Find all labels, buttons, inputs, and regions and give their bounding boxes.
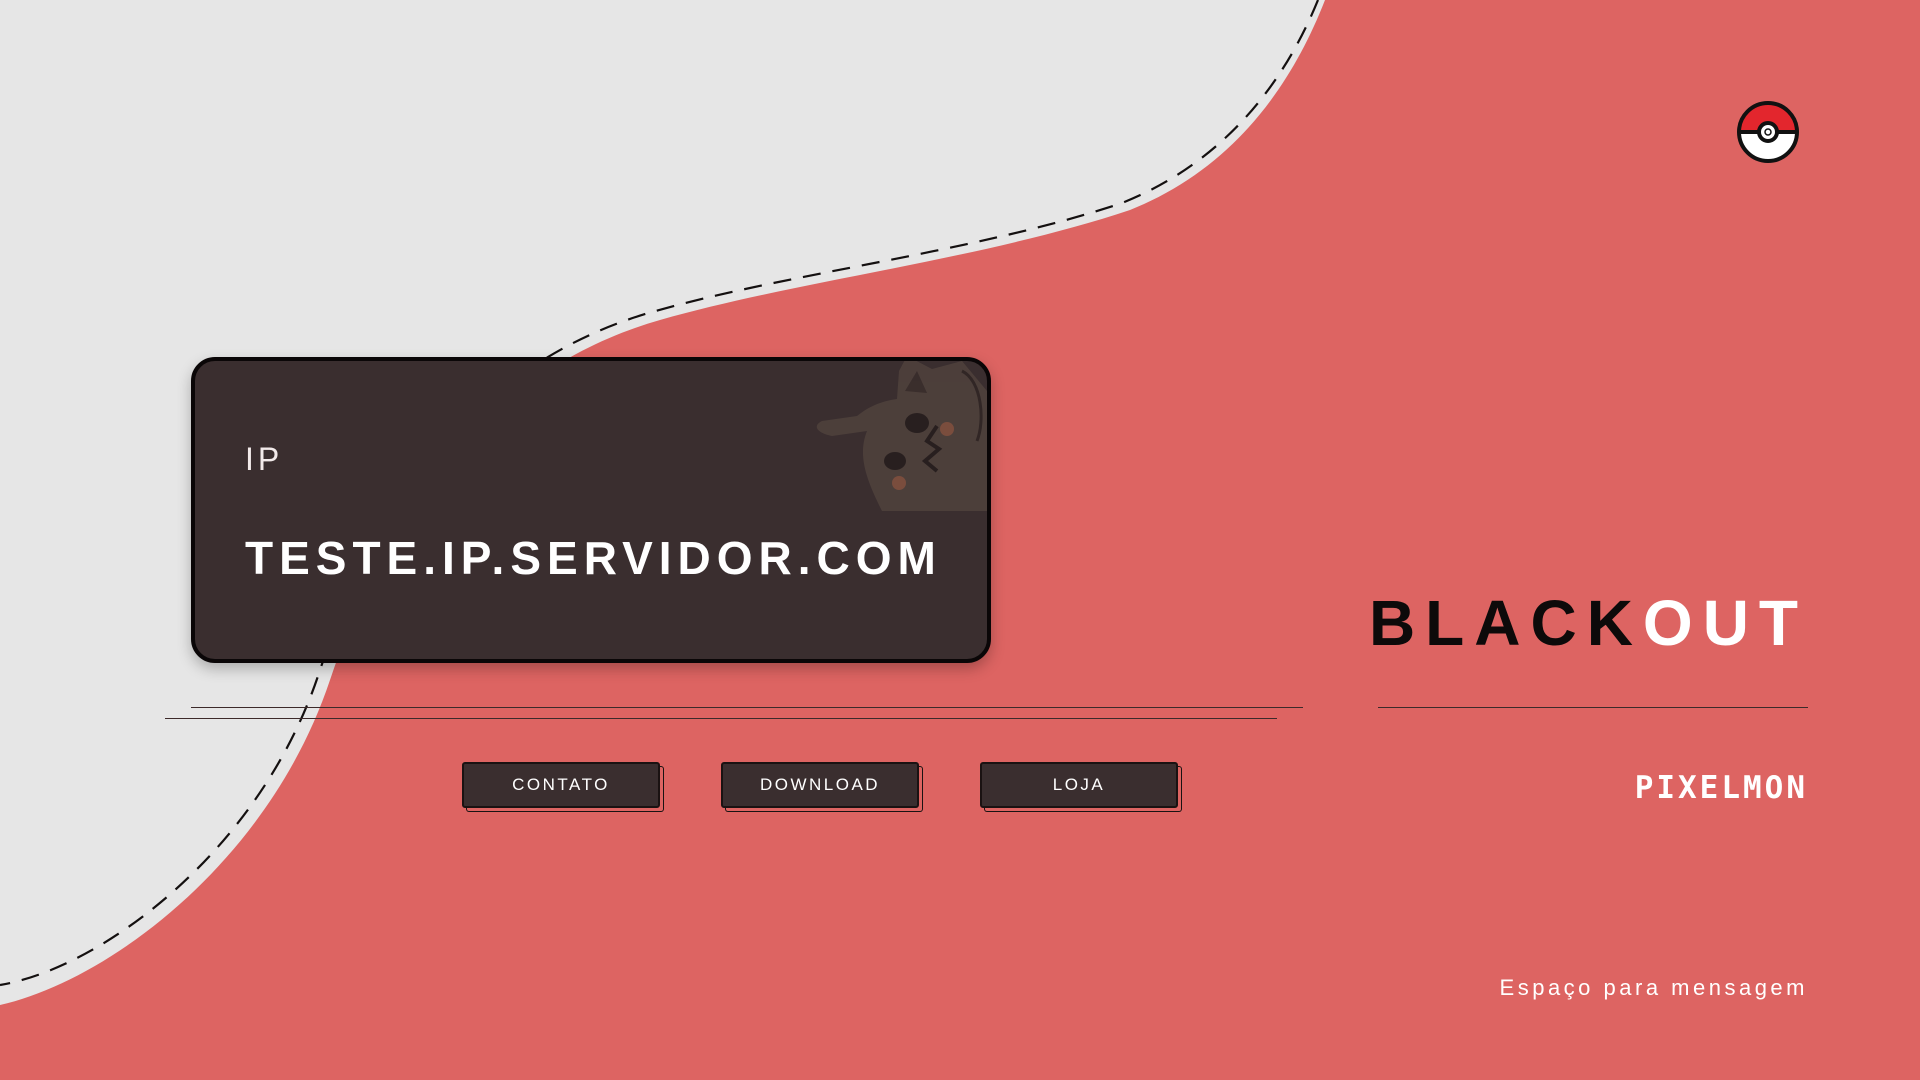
divider-line-upper <box>191 707 1303 708</box>
brand-title-part2: OUT <box>1642 587 1808 659</box>
brand-divider-line <box>1378 707 1808 708</box>
brand-title-part1: BLACK <box>1368 587 1643 659</box>
store-button[interactable]: LOJA <box>980 762 1178 808</box>
download-button[interactable]: DOWNLOAD <box>721 762 919 808</box>
ip-card[interactable]: IP TESTE.IP.SERVIDOR.COM <box>191 357 991 663</box>
divider-line-lower <box>165 718 1277 719</box>
mimikyu-illustration <box>816 361 987 511</box>
pokeball-icon <box>1737 101 1799 163</box>
brand-title: BLACKOUT <box>1369 586 1808 660</box>
brand-subtitle: PIXELMON <box>1634 770 1808 806</box>
server-ip-address[interactable]: TESTE.IP.SERVIDOR.COM <box>245 531 942 585</box>
message-placeholder: Espaço para mensagem <box>1499 975 1808 1000</box>
ip-label: IP <box>245 441 284 477</box>
contact-button[interactable]: CONTATO <box>462 762 660 808</box>
